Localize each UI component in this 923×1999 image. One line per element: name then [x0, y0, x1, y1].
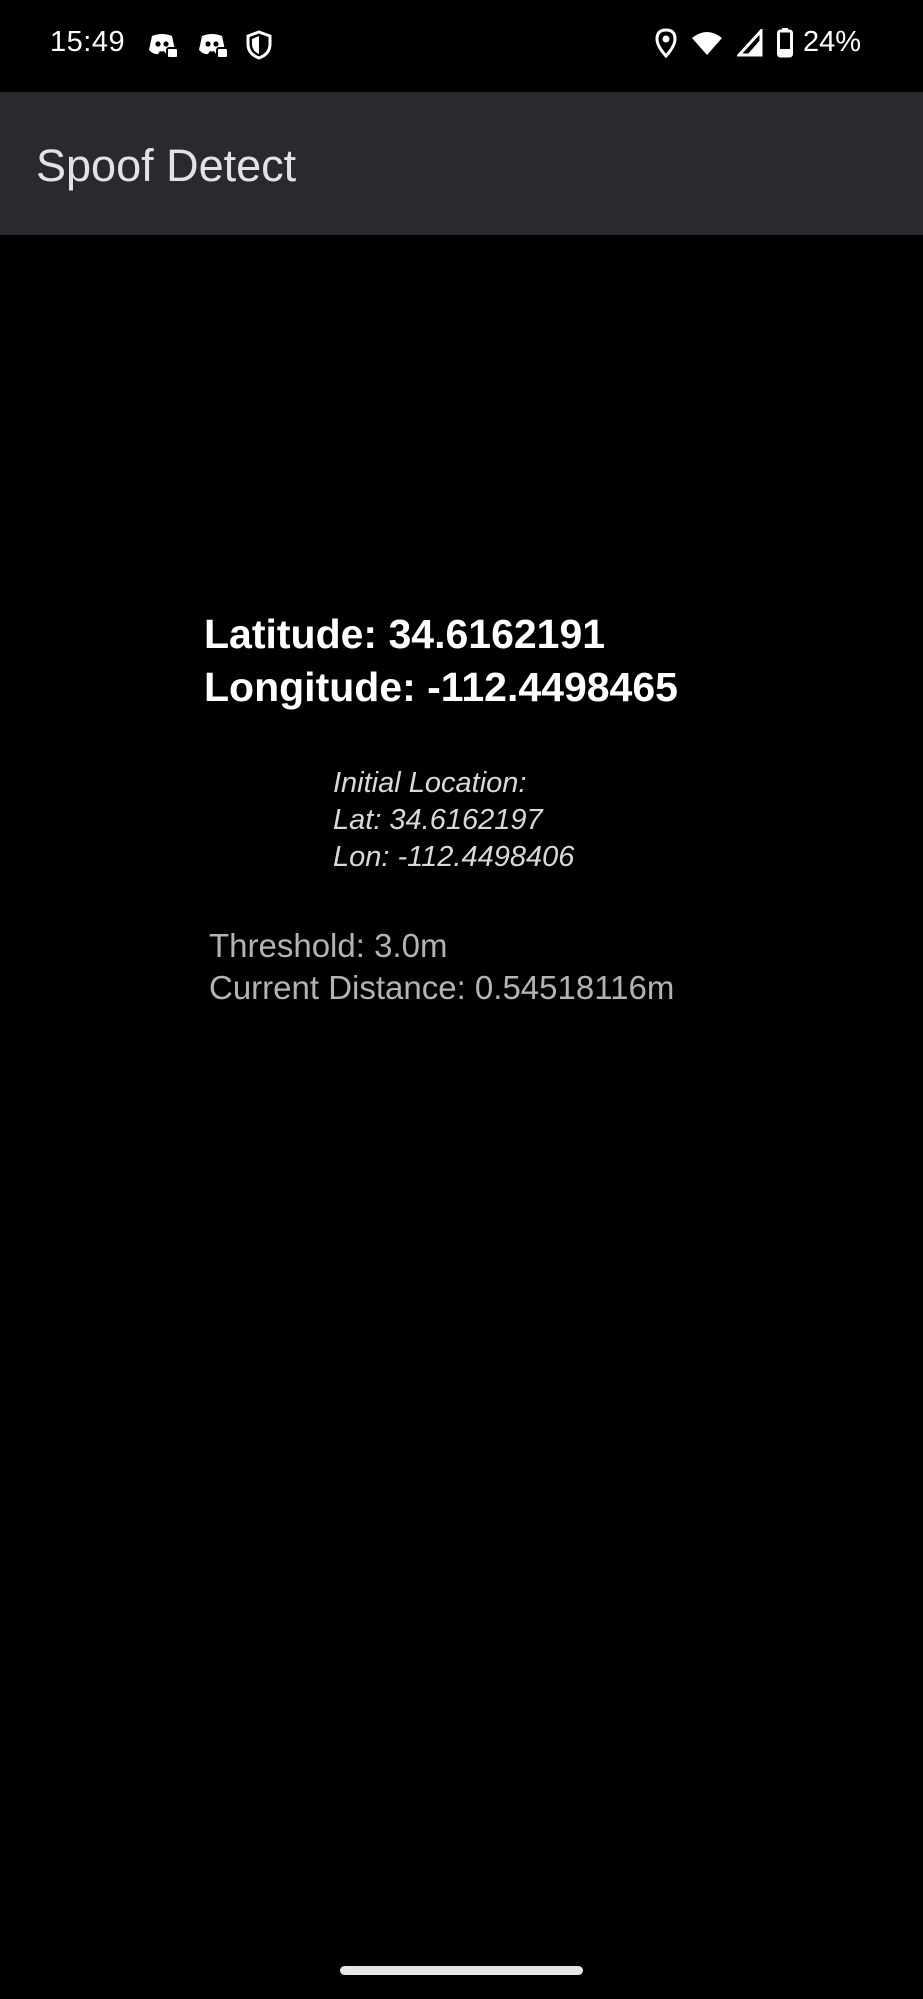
initial-location-heading: Initial Location: — [333, 767, 527, 799]
initial-location: Initial Location: Lat: 34.6162197 Lon: -… — [333, 765, 574, 876]
status-bar: 15:49 24% — [0, 0, 923, 92]
initial-lon-text: Lon: -112.4498406 — [333, 841, 575, 873]
discord-icon — [146, 32, 178, 58]
signal-icon — [736, 28, 763, 57]
battery-icon — [776, 27, 793, 58]
discord-icon — [196, 32, 228, 58]
current-location: Latitude: 34.6162191 Longitude: -112.449… — [204, 608, 678, 714]
wifi-icon — [691, 30, 723, 56]
initial-lat-text: Lat: 34.6162197 — [333, 804, 543, 836]
system-icons: 24% — [655, 26, 861, 59]
longitude-text: Longitude: -112.4498465 — [204, 664, 678, 710]
location-icon — [655, 27, 677, 58]
notification-icons — [146, 30, 272, 60]
battery-percent: 24% — [802, 26, 861, 58]
shield-icon — [246, 30, 272, 60]
home-gesture-bar[interactable] — [340, 1966, 583, 1975]
current-distance-text: Current Distance: 0.54518116m — [209, 969, 675, 1006]
latitude-text: Latitude: 34.6162191 — [204, 611, 606, 657]
distance-info: Threshold: 3.0m Current Distance: 0.5451… — [209, 925, 674, 1009]
app-title: Spoof Detect — [36, 140, 297, 191]
status-time: 15:49 — [50, 26, 126, 58]
app-bar: Spoof Detect — [0, 92, 923, 235]
threshold-text: Threshold: 3.0m — [209, 927, 448, 964]
